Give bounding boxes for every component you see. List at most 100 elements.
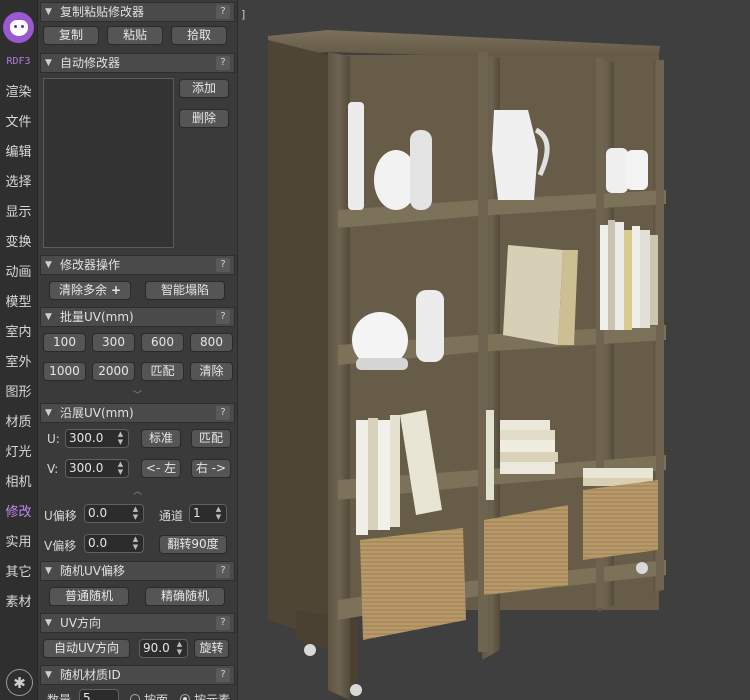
sidebar-item-edit[interactable]: 编辑 (0, 138, 37, 168)
spinner-down-icon[interactable]: ▼ (115, 468, 126, 476)
v-offset-spinner[interactable]: 0.0 ▲ ▼ (84, 534, 144, 553)
add-button[interactable]: 添加 (179, 79, 229, 98)
flip-90-button[interactable]: 翻转90度 (159, 535, 227, 554)
section-header-random-uv[interactable]: ▼ 随机UV偏移 ? (40, 561, 235, 581)
v-offset-value: 0.0 (88, 536, 108, 550)
logo-face-icon (9, 19, 28, 36)
collapse-caret-icon: ▼ (45, 408, 52, 418)
pick-button[interactable]: 拾取 (171, 26, 227, 45)
help-icon[interactable]: ? (216, 310, 230, 324)
help-icon[interactable]: ? (216, 668, 230, 682)
paste-button[interactable]: 粘贴 (107, 26, 163, 45)
u-value: 300.0 (69, 431, 104, 445)
count-spinner[interactable]: 5 (79, 689, 119, 700)
uv-1000-button[interactable]: 1000 (43, 362, 86, 381)
collapse-caret-icon: ▼ (45, 312, 52, 322)
angle-spinner[interactable]: 90.0 ▲ ▼ (139, 639, 188, 658)
spinner-up-icon[interactable]: ▲ (115, 460, 126, 468)
spinner-up-icon[interactable]: ▲ (130, 505, 141, 513)
angle-value: 90.0 (143, 641, 170, 655)
spinner-up-icon[interactable]: ▲ (130, 535, 141, 543)
sidebar-item-exterior[interactable]: 室外 (0, 348, 37, 378)
spinner-up-icon[interactable]: ▲ (213, 505, 224, 513)
sidebar-item-file[interactable]: 文件 (0, 108, 37, 138)
channel-spinner[interactable]: 1 ▲ ▼ (189, 504, 227, 523)
help-icon[interactable]: ? (216, 5, 230, 19)
sidebar-item-display[interactable]: 显示 (0, 198, 37, 228)
section-title: 复制粘贴修改器 (60, 5, 145, 19)
delete-button[interactable]: 删除 (179, 109, 229, 128)
sidebar-item-transform[interactable]: 变换 (0, 228, 37, 258)
section-title: 随机UV偏移 (60, 564, 125, 578)
normal-random-button[interactable]: 普通随机 (49, 587, 129, 606)
v-spinner[interactable]: 300.0 ▲ ▼ (65, 459, 129, 478)
collapse-up-icon[interactable]: ﹀ (38, 391, 237, 401)
spinner-up-icon[interactable]: ▲ (115, 430, 126, 438)
section-header-unwrap-uv[interactable]: ▼ 沿展UV(mm) ? (40, 403, 235, 423)
help-icon[interactable]: ? (216, 564, 230, 578)
u-spinner[interactable]: 300.0 ▲ ▼ (65, 429, 129, 448)
collapse-down-icon[interactable]: ︿ (38, 487, 237, 497)
by-element-radio[interactable] (180, 694, 190, 700)
section-title: 沿展UV(mm) (60, 406, 134, 420)
u-offset-spinner[interactable]: 0.0 ▲ ▼ (84, 504, 144, 523)
spinner-down-icon[interactable]: ▼ (130, 543, 141, 551)
sidebar-item-camera[interactable]: 相机 (0, 468, 37, 498)
app-logo[interactable] (3, 12, 34, 43)
sidebar-item-material[interactable]: 材质 (0, 408, 37, 438)
spinner-down-icon[interactable]: ▼ (213, 513, 224, 521)
by-face-radio[interactable] (130, 694, 140, 700)
uv-100-button[interactable]: 100 (43, 333, 86, 352)
copy-button[interactable]: 复制 (43, 26, 99, 45)
spinner-down-icon[interactable]: ▼ (130, 513, 141, 521)
sidebar-item-render[interactable]: 渲染 (0, 78, 37, 108)
help-icon[interactable]: ? (216, 406, 230, 420)
clear-extra-button[interactable]: 清除多余 + (49, 281, 131, 300)
section-header-copy-paste[interactable]: ▼ 复制粘贴修改器 ? (40, 2, 235, 22)
section-header-random-material-id[interactable]: ▼ 随机材质ID ? (40, 665, 235, 685)
uv-2000-button[interactable]: 2000 (92, 362, 135, 381)
precise-random-button[interactable]: 精确随机 (145, 587, 225, 606)
help-icon[interactable]: ? (216, 258, 230, 272)
rotate-button[interactable]: 旋转 (194, 639, 229, 658)
section-header-uv-direction[interactable]: ▼ UV方向 ? (40, 613, 235, 633)
auto-uv-direction-button[interactable]: 自动UV方向 (43, 639, 130, 658)
smart-collapse-button[interactable]: 智能塌陷 (145, 281, 225, 300)
section-header-modifier-ops[interactable]: ▼ 修改器操作 ? (40, 255, 235, 275)
help-icon[interactable]: ? (216, 56, 230, 70)
count-value: 5 (83, 691, 91, 700)
collapse-caret-icon: ▼ (45, 566, 52, 576)
section-title: 自动修改器 (60, 56, 121, 70)
sidebar-item-select[interactable]: 选择 (0, 168, 37, 198)
help-icon[interactable]: ? (216, 616, 230, 630)
viewport-bracket: ] (241, 8, 246, 21)
settings-gear-icon[interactable]: ✱ (6, 669, 33, 696)
sidebar-item-other[interactable]: 其它 (0, 558, 37, 588)
sidebar-item-utility[interactable]: 实用 (0, 528, 37, 558)
section-header-batch-uv[interactable]: ▼ 批量UV(mm) ? (40, 307, 235, 327)
sidebar-item-shapes[interactable]: 图形 (0, 378, 37, 408)
uv-clear-button[interactable]: 清除 (190, 362, 233, 381)
3d-viewport[interactable]: ] (238, 0, 750, 700)
u-offset-label: U偏移 (44, 509, 77, 523)
spinner-down-icon[interactable]: ▼ (174, 648, 185, 656)
sidebar-item-modify[interactable]: 修改 (0, 498, 37, 528)
shift-left-button[interactable]: <- 左 (141, 459, 181, 478)
channel-value: 1 (193, 506, 201, 520)
sidebar-item-assets[interactable]: 素材 (0, 588, 37, 618)
uv-600-button[interactable]: 600 (141, 333, 184, 352)
uv-300-button[interactable]: 300 (92, 333, 135, 352)
sidebar-item-animation[interactable]: 动画 (0, 258, 37, 288)
uv-match-button[interactable]: 匹配 (141, 362, 184, 381)
spinner-down-icon[interactable]: ▼ (115, 438, 126, 446)
uv-800-button[interactable]: 800 (190, 333, 233, 352)
modifier-list[interactable] (43, 78, 174, 248)
section-header-auto-modifier[interactable]: ▼ 自动修改器 ? (40, 53, 235, 73)
unwrap-match-button[interactable]: 匹配 (191, 429, 231, 448)
spinner-up-icon[interactable]: ▲ (174, 640, 185, 648)
standard-button[interactable]: 标准 (141, 429, 181, 448)
sidebar-item-model[interactable]: 模型 (0, 288, 37, 318)
sidebar-item-interior[interactable]: 室内 (0, 318, 37, 348)
shift-right-button[interactable]: 右 -> (191, 459, 231, 478)
sidebar-item-lights[interactable]: 灯光 (0, 438, 37, 468)
